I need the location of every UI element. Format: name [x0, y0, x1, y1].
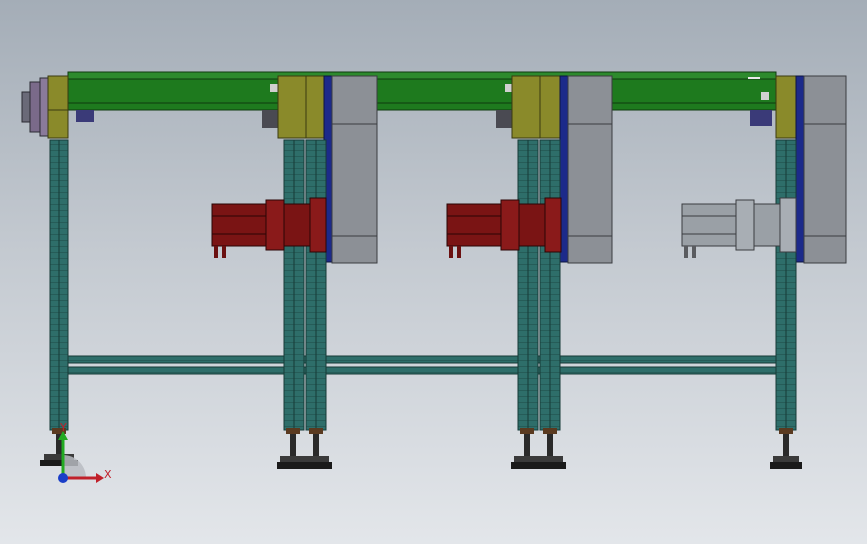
leveling-feet[interactable] [40, 428, 802, 469]
lower-stretcher[interactable] [65, 355, 779, 375]
left-end-cap[interactable] [21, 75, 69, 139]
y-axis-label: Y [60, 421, 67, 434]
assembly-model[interactable] [0, 0, 867, 544]
axis-triad-icon [58, 431, 104, 483]
top-beam[interactable] [67, 71, 777, 128]
support-legs[interactable] [49, 139, 797, 431]
graphics-viewport[interactable]: X Y [0, 0, 867, 544]
reference-triad: X Y [38, 420, 118, 495]
x-axis-label: X [104, 468, 112, 481]
